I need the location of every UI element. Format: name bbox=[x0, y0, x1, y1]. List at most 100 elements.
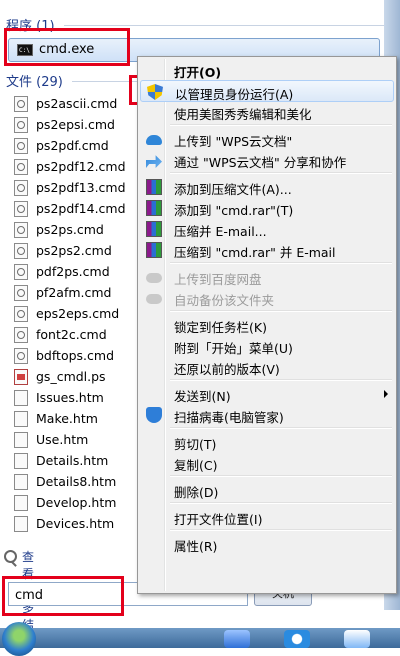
file-result-item[interactable]: ps2epsi.cmd bbox=[14, 115, 144, 136]
context-menu-item[interactable]: 打开(O) bbox=[140, 59, 394, 81]
context-menu-item[interactable]: 压缩到 "cmd.rar" 并 E-mail bbox=[140, 239, 394, 261]
context-menu-item[interactable]: 属性(R) bbox=[140, 533, 394, 555]
cmd-file-icon bbox=[14, 117, 28, 133]
taskbar-app-icon[interactable] bbox=[284, 630, 310, 648]
document-file-icon bbox=[14, 390, 28, 406]
file-result-item[interactable]: Issues.htm bbox=[14, 388, 144, 409]
context-menu-item-label: 添加到 "cmd.rar"(T) bbox=[174, 203, 294, 218]
file-result-item[interactable]: eps2eps.cmd bbox=[14, 304, 144, 325]
file-result-label: ps2pdf13.cmd bbox=[36, 180, 126, 195]
file-result-item[interactable]: ps2pdf.cmd bbox=[14, 136, 144, 157]
cmd-file-icon bbox=[14, 327, 28, 343]
start-orb-icon[interactable] bbox=[2, 622, 36, 656]
file-result-item[interactable]: ps2pdf13.cmd bbox=[14, 178, 144, 199]
file-result-item[interactable]: ps2ascii.cmd bbox=[14, 94, 144, 115]
winrar-icon bbox=[146, 221, 162, 237]
context-menu: 打开(O) 以管理员身份运行(A) 使用美图秀秀编辑和美化 上传到 "WPS云文档" 通… bbox=[137, 56, 397, 594]
context-menu-item[interactable]: 扫描病毒(电脑管家) bbox=[140, 404, 394, 426]
search-icon bbox=[4, 550, 17, 563]
file-result-item[interactable]: ps2ps2.cmd bbox=[14, 241, 144, 262]
context-menu-item-label: 扫描病毒(电脑管家) bbox=[174, 410, 284, 425]
file-result-label: ps2pdf.cmd bbox=[36, 138, 109, 153]
file-result-item[interactable]: Develop.htm bbox=[14, 493, 144, 514]
taskbar-app-icon[interactable] bbox=[344, 630, 370, 648]
menu-separator bbox=[170, 172, 392, 174]
files-section-header: 文件 (29) bbox=[6, 75, 63, 90]
context-menu-item[interactable]: 上传到 "WPS云文档" bbox=[140, 128, 394, 150]
context-menu-item[interactable]: 添加到压缩文件(A)... bbox=[140, 176, 394, 198]
document-file-icon bbox=[14, 411, 28, 427]
context-menu-item[interactable]: 锁定到任务栏(K) bbox=[140, 314, 394, 336]
menu-separator bbox=[170, 262, 392, 264]
cmd-file-icon bbox=[14, 138, 28, 154]
baidu-cloud-icon bbox=[146, 273, 162, 283]
file-result-item[interactable]: ps2pdf12.cmd bbox=[14, 157, 144, 178]
submenu-arrow-icon bbox=[384, 390, 388, 398]
file-result-label: Details.htm bbox=[36, 453, 109, 468]
cmd-file-icon bbox=[14, 201, 28, 217]
context-menu-item-label: 上传到百度网盘 bbox=[174, 272, 262, 287]
file-result-label: ps2epsi.cmd bbox=[36, 117, 115, 132]
file-result-item[interactable]: Devices.htm bbox=[14, 514, 144, 535]
winrar-icon bbox=[146, 200, 162, 216]
winrar-icon bbox=[146, 179, 162, 195]
context-menu-item: 自动备份该文件夹 bbox=[140, 287, 394, 309]
context-menu-item[interactable]: 使用美图秀秀编辑和美化 bbox=[140, 101, 394, 123]
context-menu-item[interactable]: 发送到(N) bbox=[140, 383, 394, 405]
context-menu-item-label: 自动备份该文件夹 bbox=[174, 293, 275, 308]
context-menu-item[interactable]: 以管理员身份运行(A) bbox=[140, 80, 394, 102]
file-result-item[interactable]: Make.htm bbox=[14, 409, 144, 430]
context-menu-item-label: 剪切(T) bbox=[174, 437, 217, 452]
file-result-label: font2c.cmd bbox=[36, 327, 107, 342]
menu-separator bbox=[170, 502, 392, 504]
context-menu-item-label: 附到「开始」菜单(U) bbox=[174, 341, 293, 356]
context-menu-item-label: 锁定到任务栏(K) bbox=[174, 320, 267, 335]
cmd-file-icon bbox=[14, 348, 28, 364]
file-result-item[interactable]: Details8.htm bbox=[14, 472, 144, 493]
share-icon bbox=[146, 155, 162, 168]
context-menu-item[interactable]: 通过 "WPS云文档" 分享和协作 bbox=[140, 149, 394, 171]
file-result-item[interactable]: ps2pdf14.cmd bbox=[14, 199, 144, 220]
context-menu-item[interactable]: 剪切(T) bbox=[140, 431, 394, 453]
menu-separator bbox=[170, 529, 392, 531]
document-file-icon bbox=[14, 474, 28, 490]
file-result-item[interactable]: pf2afm.cmd bbox=[14, 283, 144, 304]
document-file-icon bbox=[14, 453, 28, 469]
file-result-item[interactable]: gs_cmdl.ps bbox=[14, 367, 144, 388]
file-result-label: ps2pdf12.cmd bbox=[36, 159, 126, 174]
file-result-item[interactable]: font2c.cmd bbox=[14, 325, 144, 346]
annotation-highlight-search bbox=[2, 576, 124, 616]
file-result-label: ps2ps2.cmd bbox=[36, 243, 112, 258]
taskbar-app-icon[interactable] bbox=[224, 630, 250, 648]
context-menu-item: 上传到百度网盘 bbox=[140, 266, 394, 288]
file-result-item[interactable]: Details.htm bbox=[14, 451, 144, 472]
cloud-upload-icon bbox=[146, 135, 162, 145]
menu-separator bbox=[170, 124, 392, 126]
context-menu-item[interactable]: 复制(C) bbox=[140, 452, 394, 474]
cmd-file-icon bbox=[14, 159, 28, 175]
menu-separator bbox=[170, 427, 392, 429]
file-result-label: ps2pdf14.cmd bbox=[36, 201, 126, 216]
file-result-label: ps2ps.cmd bbox=[36, 222, 104, 237]
cmd-file-icon bbox=[14, 306, 28, 322]
context-menu-item[interactable]: 删除(D) bbox=[140, 479, 394, 501]
cmd-file-icon bbox=[14, 285, 28, 301]
file-result-label: ps2ascii.cmd bbox=[36, 96, 118, 111]
context-menu-item-label: 还原以前的版本(V) bbox=[174, 362, 280, 377]
file-result-item[interactable]: pdf2ps.cmd bbox=[14, 262, 144, 283]
context-menu-item[interactable]: 打开文件位置(I) bbox=[140, 506, 394, 528]
context-menu-item-label: 打开(O) bbox=[174, 65, 222, 80]
context-menu-item-label: 发送到(N) bbox=[174, 389, 231, 404]
context-menu-item-label: 打开文件位置(I) bbox=[174, 512, 263, 527]
context-menu-item[interactable]: 附到「开始」菜单(U) bbox=[140, 335, 394, 357]
file-result-item[interactable]: Use.htm bbox=[14, 430, 144, 451]
menu-separator bbox=[170, 310, 392, 312]
file-result-label: Details8.htm bbox=[36, 474, 117, 489]
file-result-item[interactable]: bdftops.cmd bbox=[14, 346, 144, 367]
context-menu-item[interactable]: 还原以前的版本(V) bbox=[140, 356, 394, 378]
context-menu-item[interactable]: 压缩并 E-mail... bbox=[140, 218, 394, 240]
file-result-item[interactable]: ps2ps.cmd bbox=[14, 220, 144, 241]
uac-shield-icon bbox=[147, 84, 163, 100]
context-menu-item[interactable]: 添加到 "cmd.rar"(T) bbox=[140, 197, 394, 219]
baidu-cloud-icon bbox=[146, 294, 162, 304]
